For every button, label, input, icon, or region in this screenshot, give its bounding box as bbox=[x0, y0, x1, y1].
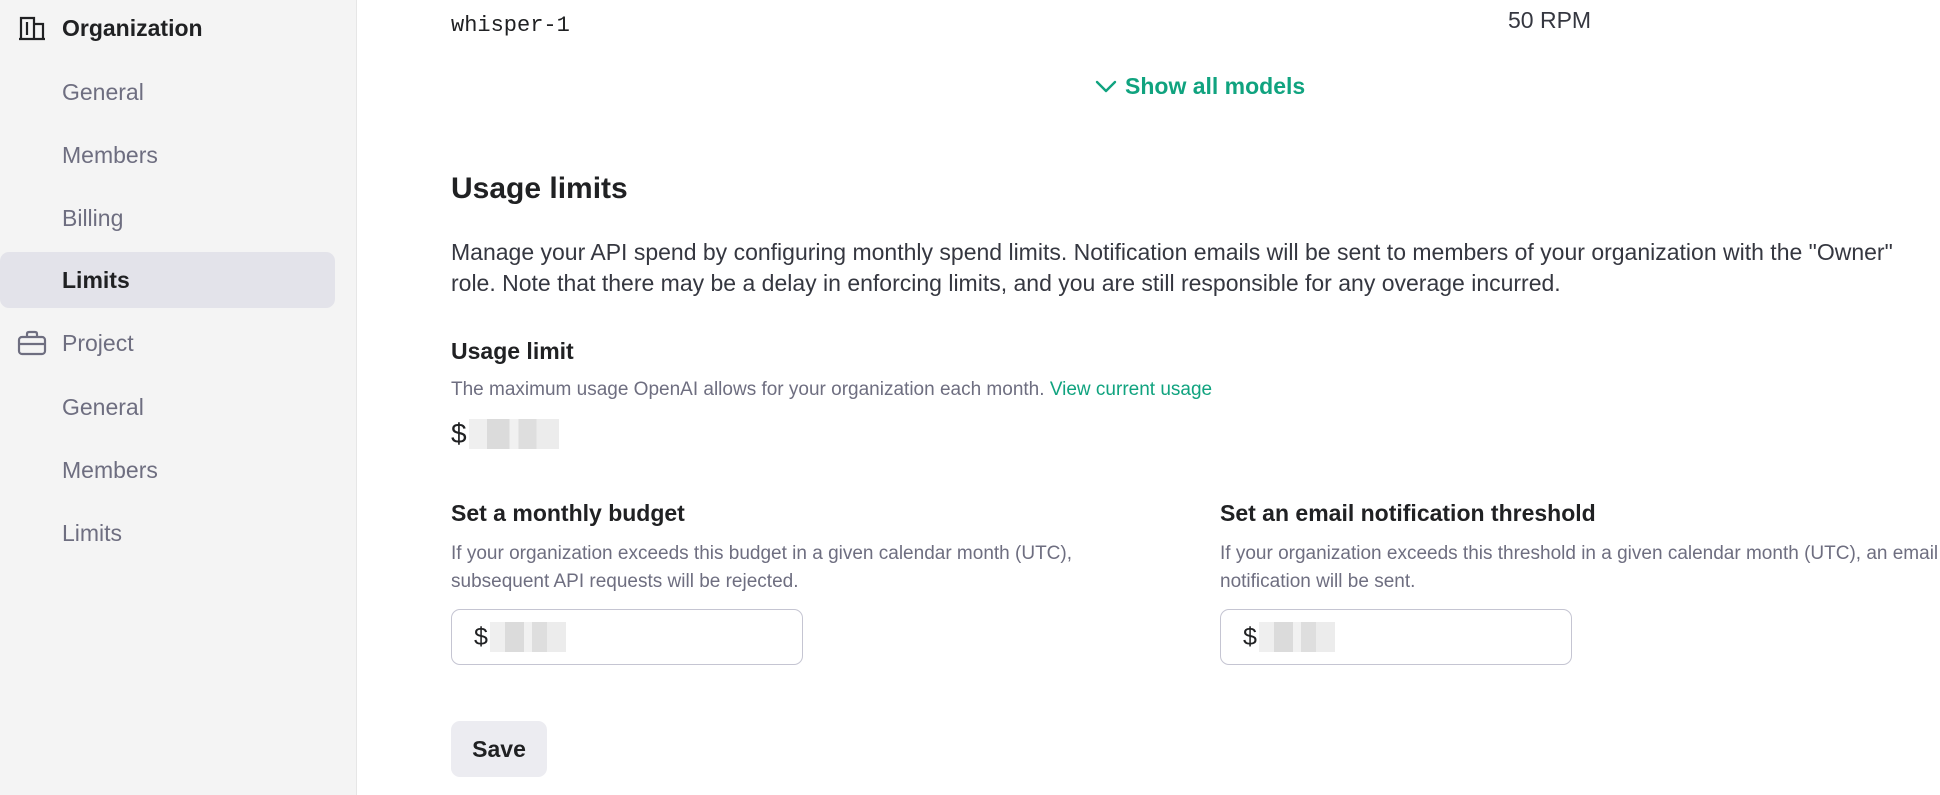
show-all-models-label: Show all models bbox=[1125, 73, 1306, 99]
sidebar-item-project-general[interactable]: General bbox=[0, 379, 335, 435]
main-content: whisper-1 50 RPM Show all models Usage l… bbox=[358, 0, 1940, 795]
sidebar: Organization General Members Billing Lim… bbox=[0, 0, 357, 795]
sidebar-item-project-members[interactable]: Members bbox=[0, 442, 335, 498]
sidebar-item-org-limits[interactable]: Limits bbox=[0, 252, 335, 308]
sidebar-section-label: Project bbox=[62, 329, 134, 356]
notification-threshold-input[interactable]: $ bbox=[1220, 609, 1572, 665]
briefcase-icon bbox=[16, 327, 48, 359]
sidebar-section-project: Project bbox=[16, 323, 134, 363]
usage-limit-heading: Usage limit bbox=[451, 338, 574, 364]
show-all-models-link[interactable]: Show all models bbox=[1095, 73, 1305, 100]
currency-symbol: $ bbox=[474, 622, 488, 651]
monthly-budget-section: Set a monthly budget If your organizatio… bbox=[451, 500, 1171, 596]
monthly-budget-input[interactable]: $ bbox=[451, 609, 803, 665]
redacted-amount bbox=[489, 622, 566, 652]
app: Organization General Members Billing Lim… bbox=[0, 0, 1940, 795]
currency-symbol: $ bbox=[451, 418, 467, 449]
currency-symbol: $ bbox=[1243, 622, 1257, 651]
sidebar-item-project-limits[interactable]: Limits bbox=[0, 505, 335, 561]
redacted-amount bbox=[468, 419, 559, 449]
usage-limit-value: $ bbox=[451, 418, 559, 450]
sidebar-item-org-billing[interactable]: Billing bbox=[0, 190, 335, 246]
usage-limit-subtitle: The maximum usage OpenAI allows for your… bbox=[451, 379, 1212, 401]
sidebar-section-organization: Organization bbox=[16, 8, 203, 48]
save-button[interactable]: Save bbox=[451, 721, 547, 777]
model-name: whisper-1 bbox=[451, 13, 570, 38]
sidebar-item-org-members[interactable]: Members bbox=[0, 127, 335, 183]
usage-limit-subtitle-text: The maximum usage OpenAI allows for your… bbox=[451, 379, 1045, 400]
chevron-down-icon bbox=[1095, 80, 1117, 94]
monthly-budget-subtitle: If your organization exceeds this budget… bbox=[451, 543, 1072, 592]
notification-threshold-heading: Set an email notification threshold bbox=[1220, 500, 1596, 526]
building-icon bbox=[16, 12, 48, 44]
sidebar-section-label: Organization bbox=[62, 14, 203, 41]
monthly-budget-heading: Set a monthly budget bbox=[451, 500, 685, 526]
redacted-amount bbox=[1258, 622, 1335, 652]
model-rate-limit: 50 RPM bbox=[1508, 7, 1592, 33]
notification-threshold-subtitle: If your organization exceeds this thresh… bbox=[1220, 543, 1939, 592]
notification-threshold-section: Set an email notification threshold If y… bbox=[1220, 500, 1940, 596]
sidebar-item-org-general[interactable]: General bbox=[0, 64, 335, 120]
view-current-usage-link[interactable]: View current usage bbox=[1050, 379, 1212, 400]
usage-limits-description: Manage your API spend by configuring mon… bbox=[451, 239, 1893, 296]
usage-limits-heading: Usage limits bbox=[451, 172, 628, 205]
